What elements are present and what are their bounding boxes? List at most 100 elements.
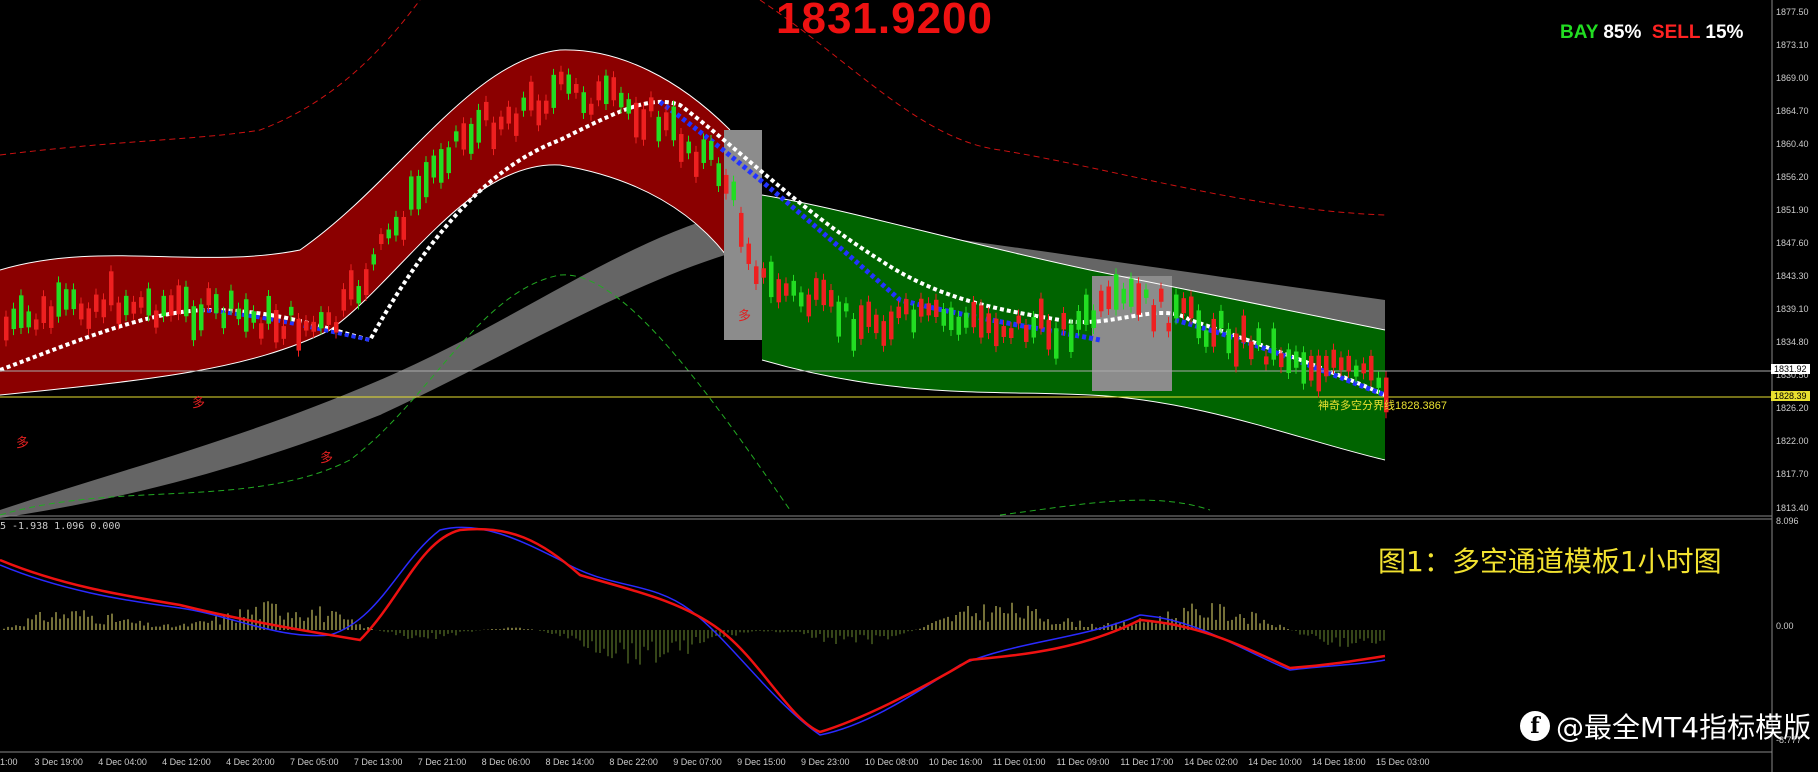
price-tick-label: 1822.00 [1776,436,1809,446]
candle-body [4,316,9,341]
candle-body [679,134,684,162]
candle-body [544,100,549,114]
candle-body [1069,324,1074,352]
candle-body [1219,310,1224,329]
candle-body [784,283,789,296]
candle-body [709,141,714,160]
candle-body [424,162,429,198]
candle-body [401,217,406,240]
candle-body [934,299,939,317]
indicator-histogram [3,601,1385,665]
price-tick-label: 1877.50 [1776,7,1809,17]
candle-body [184,286,189,317]
candle-body [829,290,834,307]
candle-body [1339,357,1344,371]
candle-body [851,318,856,351]
candle-body [671,106,676,141]
candle-body [1211,318,1216,347]
indicator-tick-label: 0.00 [1776,621,1794,631]
candle-body [1046,320,1051,350]
candle-body [1099,290,1104,312]
candle-body [941,309,946,326]
time-tick-label: 7 Dec 05:00 [289,757,339,767]
candle-body [1204,330,1209,347]
candle-body [739,212,744,247]
time-tick-label: 9 Dec 15:00 [737,757,786,767]
candle-body [1331,349,1336,368]
sell-percent: 15% [1705,22,1744,43]
candle-body [101,299,106,318]
candle-body [131,301,136,314]
price-tick-label: 1847.60 [1776,238,1809,248]
candle-body [776,279,781,303]
candle-body [229,290,234,309]
candle-body [559,71,564,85]
candle-body [596,81,601,101]
price-tick-label: 1834.80 [1776,337,1809,347]
candle-body [896,306,901,319]
candle-body [334,322,339,333]
price-tick-label: 1869.00 [1776,73,1809,83]
candle-body [1271,328,1276,360]
candle-body [1279,353,1284,368]
watermark-text: @最全MT4指标模版 [1556,711,1812,744]
candle-body [536,100,541,126]
time-tick-label: 14 Dec 02:00 [1184,757,1238,767]
buy-percent: 85% [1603,22,1642,43]
time-tick-label: 14 Dec 10:00 [1248,757,1302,767]
candle-body [139,297,144,308]
candle-body [859,305,864,339]
candle-body [589,103,594,115]
candle-body [274,310,279,343]
candle-body [446,147,451,174]
candle-body [769,261,774,298]
price-chart[interactable] [0,0,1818,772]
midline-label: 神奇多空分界线1828.3867 [1318,400,1447,412]
candle-body [1174,294,1179,319]
candle-body [1369,355,1374,381]
candle-body [221,312,226,329]
candle-body [1091,310,1096,329]
candle-body [761,268,766,278]
time-tick-label: 8 Dec 14:00 [545,757,595,767]
time-tick-label: 10 Dec 08:00 [864,757,919,767]
candle-body [319,312,324,329]
candle-body [154,310,159,328]
candle-body [926,303,931,316]
candle-body [874,314,879,334]
candle-body [1114,274,1119,310]
candle-body [949,307,954,331]
buy-signal-marker: 多 [738,309,752,324]
current-price-tag: 1831.92 [1771,364,1810,374]
candle-body [49,306,54,328]
candle-body [1361,363,1366,374]
candle-body [311,321,316,332]
candle-body [574,84,579,93]
price-tick-label: 1817.70 [1776,469,1809,479]
price-tick-label: 1839.10 [1776,304,1809,314]
candle-body [979,305,984,338]
candle-body [904,299,909,315]
candle-body [1241,315,1246,343]
candle-body [116,302,121,324]
candle-body [844,303,849,312]
candle-body [371,254,376,265]
candle-body [79,303,84,320]
candle-body [1166,322,1171,332]
candle-body [1376,377,1381,388]
candle-body [296,318,301,351]
candle-body [521,97,526,111]
price-tick-label: 1856.20 [1776,172,1809,182]
candle-body [791,280,796,296]
candle-body [161,295,166,317]
candle-body [1196,310,1201,339]
midline-price-tag: 1828.39 [1771,391,1810,401]
time-tick-label: 7 Dec 21:00 [417,757,467,767]
candle-body [754,266,759,284]
candle-body [356,286,361,304]
candle-body [1346,355,1351,372]
outer-upper-band-left [0,0,421,156]
time-tick-label: 4 Dec 20:00 [226,757,275,767]
candle-body [1316,355,1321,392]
candle-body [1121,288,1126,304]
